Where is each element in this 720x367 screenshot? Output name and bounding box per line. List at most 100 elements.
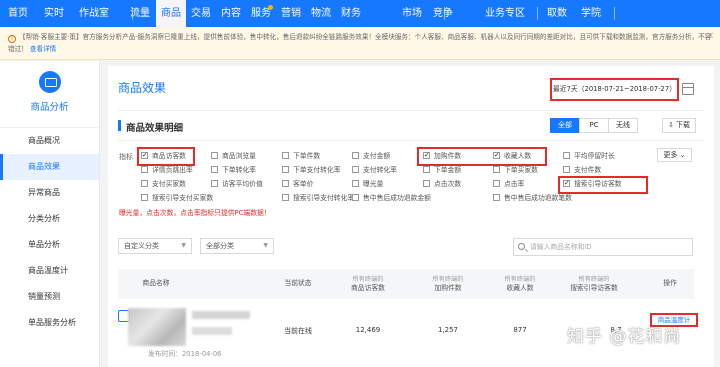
metric-checkbox[interactable]: 支付金额 bbox=[352, 152, 390, 162]
more-metrics-button[interactable]: 更多 ⌄ bbox=[657, 148, 692, 162]
nav-separator bbox=[537, 7, 538, 20]
nav-trade[interactable]: 交易 bbox=[186, 0, 216, 27]
metric-checkbox[interactable]: 曝光量 bbox=[352, 180, 383, 190]
search-input[interactable]: 请输入商品名称和ID bbox=[513, 238, 693, 256]
divider bbox=[118, 110, 704, 111]
metric-checkbox[interactable]: 点击率 bbox=[493, 180, 524, 190]
metric-label: 访客平均价值 bbox=[222, 180, 263, 188]
nav-home[interactable]: 首页 bbox=[0, 0, 36, 27]
metric-checkbox[interactable]: 下单金额 bbox=[423, 166, 461, 176]
close-icon[interactable]: × bbox=[706, 30, 714, 42]
metric-checkbox[interactable]: 支付买家数 bbox=[141, 180, 186, 190]
metric-checkbox[interactable]: 访客平均价值 bbox=[211, 180, 263, 190]
metric-label: 下单金额 bbox=[434, 166, 462, 174]
metric-checkbox[interactable]: 搜索引导支付买家数 bbox=[141, 194, 213, 204]
custom-category-select[interactable]: 自定义分类 ▼ bbox=[118, 238, 192, 254]
nav-realtime[interactable]: 实时 bbox=[36, 0, 72, 27]
nav-business-zone[interactable]: 业务专区 bbox=[480, 0, 530, 27]
metric-label: 点击次数 bbox=[434, 180, 462, 188]
metric-label: 下单买家数 bbox=[504, 166, 538, 174]
nav-war-room[interactable]: 作战室 bbox=[72, 0, 116, 27]
sidebar-item-service[interactable]: 单品服务分析 bbox=[0, 310, 99, 336]
column-header: 商品名称 bbox=[142, 279, 170, 287]
nav-goods[interactable]: 商品 bbox=[156, 0, 186, 27]
nav-service[interactable]: 服务 bbox=[246, 0, 276, 27]
metric-label: 售中售后成功退款笔数 bbox=[504, 194, 572, 202]
sidebar-item-forecast[interactable]: 销量预测 bbox=[0, 284, 99, 310]
nav-marketing[interactable]: 营销 bbox=[276, 0, 306, 27]
all-category-select[interactable]: 全部分类 ▼ bbox=[200, 238, 274, 254]
metric-label: 平均停留时长 bbox=[574, 152, 615, 160]
metric-checkbox[interactable]: 售中售后成功退款笔数 bbox=[493, 194, 572, 204]
metric-checkbox[interactable]: 平均停留时长 bbox=[563, 152, 615, 162]
metric-label: 售中售后成功退款金额 bbox=[363, 194, 431, 202]
column-header: 当前状态 bbox=[284, 279, 312, 287]
metrics-label: 指标 bbox=[119, 153, 133, 161]
column-header[interactable]: 所有终端的 收藏人数 bbox=[490, 275, 550, 293]
nav-competition[interactable]: 竞争 bbox=[428, 0, 458, 27]
column-header[interactable]: 所有终端的 商品访客数 bbox=[338, 275, 398, 293]
nav-finance[interactable]: 财务 bbox=[336, 0, 366, 27]
checkbox-icon bbox=[211, 180, 218, 187]
nav-separator bbox=[614, 7, 615, 20]
terminal-tabs: 全部 PC 无线 bbox=[550, 118, 638, 133]
metric-checkbox[interactable]: 点击次数 bbox=[423, 180, 461, 190]
checkbox-icon bbox=[141, 194, 148, 201]
metric-label: 搜索引导支付买家数 bbox=[152, 194, 214, 202]
product-name-blurred[interactable] bbox=[192, 311, 250, 319]
product-name-blurred bbox=[192, 327, 232, 335]
nav-logistics[interactable]: 物流 bbox=[306, 0, 336, 27]
product-thumbnail[interactable] bbox=[128, 308, 186, 346]
search-icon bbox=[518, 243, 525, 250]
metric-checkbox[interactable]: 详情页跳出率 bbox=[141, 166, 193, 176]
calendar-icon[interactable] bbox=[682, 83, 694, 95]
goods-analysis-icon bbox=[38, 71, 61, 93]
metric-checkbox[interactable]: 支付件数 bbox=[563, 166, 601, 176]
metric-checkbox[interactable]: 支付转化率 bbox=[352, 166, 397, 176]
date-range-picker[interactable]: 最近7天（2018-07-21~2018-07-27） bbox=[550, 78, 679, 101]
metric-checkbox[interactable]: 商品浏览量 bbox=[211, 152, 256, 162]
section-title: 商品效果明细 bbox=[126, 123, 184, 134]
sidebar-item-overview[interactable]: 商品概况 bbox=[0, 128, 99, 154]
favorites-cell: 877 bbox=[513, 326, 527, 334]
nav-fetch-data[interactable]: 取数 bbox=[540, 0, 574, 27]
metric-checkbox[interactable]: 下单支付转化率 bbox=[282, 166, 341, 176]
visitors-cell: 12,469 bbox=[355, 326, 381, 334]
metric-label: 下单支付转化率 bbox=[293, 166, 341, 174]
checkbox-icon bbox=[423, 166, 430, 173]
metric-label: 搜索引导支付转化率 bbox=[293, 194, 355, 202]
warning-icon: ! bbox=[8, 35, 16, 43]
metric-checkbox[interactable]: 搜索引导支付转化率 bbox=[282, 194, 354, 204]
metric-checkbox[interactable]: 下单转化率 bbox=[211, 166, 256, 176]
notice-details-link[interactable]: 查看详情 bbox=[30, 45, 56, 53]
highlight-box bbox=[558, 176, 648, 194]
metric-checkbox[interactable]: 客单价 bbox=[282, 180, 313, 190]
sidebar-item-thermometer[interactable]: 商品温度计 bbox=[0, 258, 99, 284]
tab-all[interactable]: 全部 bbox=[550, 118, 580, 133]
sidebar-item-abnormal[interactable]: 异常商品 bbox=[0, 180, 99, 206]
search-placeholder: 请输入商品名称和ID bbox=[530, 243, 592, 251]
metric-label: 详情页跳出率 bbox=[152, 166, 193, 174]
sidebar-item-single[interactable]: 单品分析 bbox=[0, 232, 99, 258]
nav-market[interactable]: 市场 bbox=[396, 0, 428, 27]
publish-time: 发布时间：2018-04-06 bbox=[148, 350, 222, 358]
tab-pc[interactable]: PC bbox=[579, 118, 609, 133]
nav-traffic[interactable]: 流量 bbox=[124, 0, 156, 27]
tab-wireless[interactable]: 无线 bbox=[608, 118, 638, 133]
checkbox-icon bbox=[282, 180, 289, 187]
status-cell: 当前在线 bbox=[284, 327, 312, 335]
metric-checkbox[interactable]: 下单买家数 bbox=[493, 166, 538, 176]
metric-checkbox[interactable]: 售中售后成功退款金额 bbox=[352, 194, 431, 204]
download-button[interactable]: ⇩ 下载 bbox=[662, 118, 696, 133]
metric-label: 客单价 bbox=[293, 180, 314, 188]
column-header[interactable]: 所有终端的 加购件数 bbox=[418, 275, 478, 293]
nav-academy[interactable]: 学院 bbox=[574, 0, 608, 27]
nav-content[interactable]: 内容 bbox=[216, 0, 246, 27]
checkbox-icon bbox=[141, 166, 148, 173]
checkbox-icon bbox=[563, 166, 570, 173]
column-header[interactable]: 所有终端的 搜索引导访客数 bbox=[556, 275, 632, 293]
metric-checkbox[interactable]: 下单件数 bbox=[282, 152, 320, 162]
table-header: 商品名称 当前状态 所有终端的 商品访客数 所有终端的 加购件数 所有终端的 收藏人数… bbox=[118, 269, 694, 299]
sidebar-item-category[interactable]: 分类分析 bbox=[0, 206, 99, 232]
sidebar-item-effect[interactable]: 商品效果 bbox=[0, 154, 99, 180]
